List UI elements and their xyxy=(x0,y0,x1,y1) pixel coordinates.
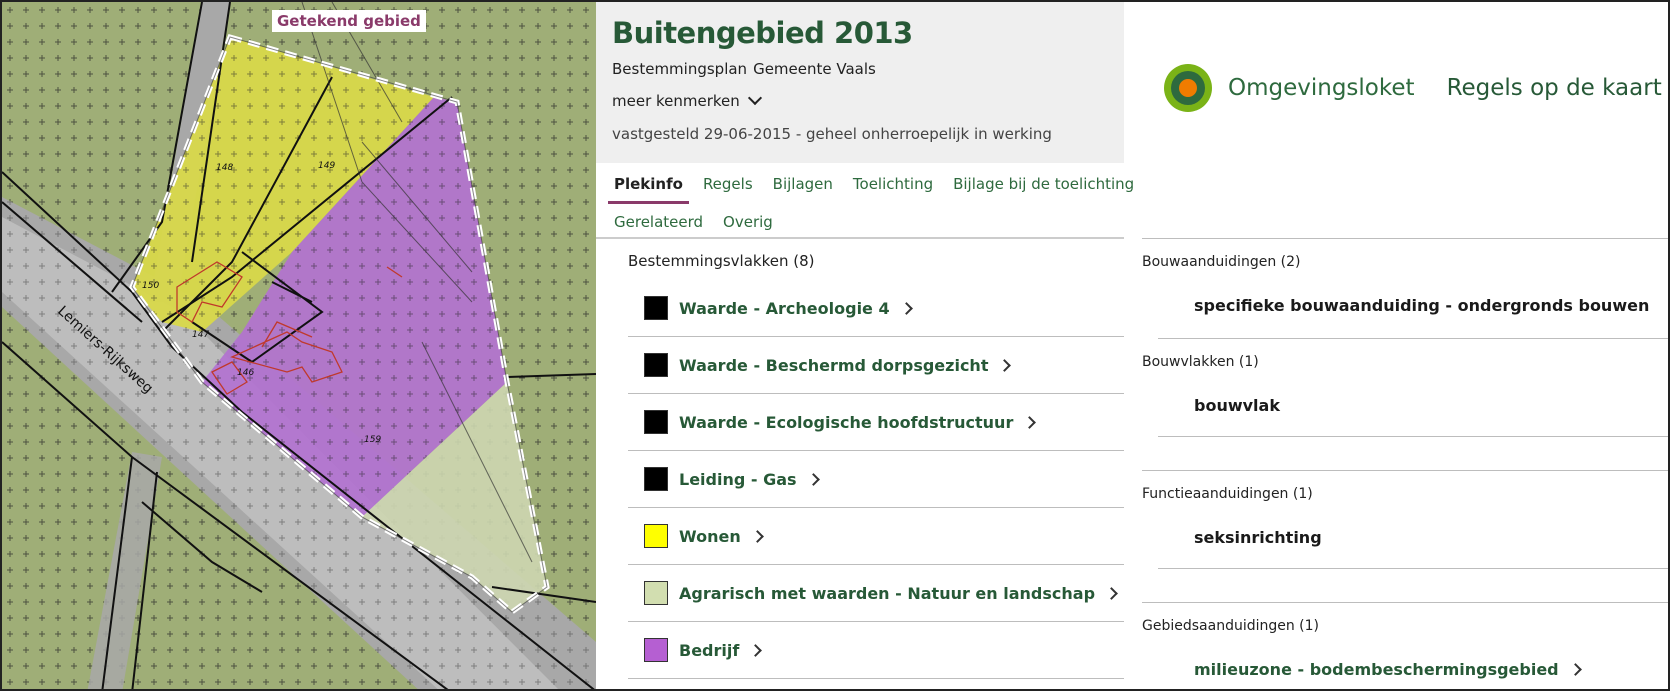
tab-bijlage-bij-de-toelichting[interactable]: Bijlage bij de toelichting xyxy=(951,175,1136,193)
functieaanduidingen-section: Functieaanduidingen (1) seksinrichting xyxy=(1142,486,1668,547)
list-item-label: Waarde - Ecologische hoofdstructuur xyxy=(679,412,1014,432)
tabs-divider xyxy=(596,237,1124,239)
tab-overig[interactable]: Overig xyxy=(721,213,775,231)
plan-tabs: Plekinfo Regels Bijlagen Toelichting Bij… xyxy=(608,165,1134,241)
bouwaanduidingen-section: Bouwaanduidingen (2) specifieke bouwaand… xyxy=(1142,254,1668,315)
plan-municipality: Gemeente Vaals xyxy=(753,60,876,78)
color-swatch xyxy=(644,296,668,320)
color-swatch xyxy=(644,638,668,662)
divider xyxy=(1142,238,1668,239)
parcel-number: 159 xyxy=(364,435,381,445)
divider xyxy=(1158,568,1668,569)
color-swatch xyxy=(644,581,668,605)
list-item-label: Agrarisch met waarden - Natuur en landsc… xyxy=(679,583,1096,603)
gebiedsaanduiding-link[interactable]: milieuzone - bodembeschermingsgebied xyxy=(1194,660,1668,679)
gebiedsaanduidingen-section: Gebiedsaanduidingen (1) milieuzone - bod… xyxy=(1142,618,1668,679)
divider xyxy=(1158,436,1668,437)
divider xyxy=(1158,338,1668,339)
list-item[interactable]: Waarde - Beschermd dorpsgezicht xyxy=(628,337,1124,394)
bouwaanduiding-item: specifieke bouwaanduiding - ondergronds … xyxy=(1194,296,1650,315)
map-view[interactable]: 148 149 150 147 146 159 Lemiers-Rijksweg… xyxy=(2,2,596,691)
color-swatch xyxy=(644,410,668,434)
brand[interactable]: Omgevingsloket Regels op de kaart xyxy=(1164,64,1662,112)
chevron-right-icon xyxy=(750,529,764,543)
list-item-label: Waarde - Beschermd dorpsgezicht xyxy=(679,355,989,375)
list-item[interactable]: Leiding - Gas xyxy=(628,451,1124,508)
section-title: Bouwvlakken (1) xyxy=(1142,354,1259,370)
brand-tagline: Regels op de kaart xyxy=(1446,75,1662,101)
list-item-label: Bedrijf xyxy=(679,640,740,660)
tab-plekinfo[interactable]: Plekinfo xyxy=(608,175,689,204)
list-item[interactable]: Waarde - Ecologische hoofdstructuur xyxy=(628,394,1124,451)
chevron-right-icon xyxy=(749,643,763,657)
plan-status: vastgesteld 29-06-2015 - geheel onherroe… xyxy=(612,125,1052,143)
divider xyxy=(1142,602,1668,603)
chevron-right-icon xyxy=(998,358,1012,372)
divider xyxy=(1142,470,1668,471)
chevron-right-icon xyxy=(1105,586,1118,600)
plan-type: Bestemmingsplan xyxy=(612,60,748,78)
chevron-right-icon xyxy=(1568,663,1582,676)
list-item[interactable]: Waarde - Archeologie 4 xyxy=(628,280,1124,337)
more-properties-label: meer kenmerken xyxy=(612,92,740,110)
map-canvas[interactable]: 148 149 150 147 146 159 Lemiers-Rijksweg xyxy=(2,2,596,691)
chevron-right-icon xyxy=(806,472,820,486)
section-title: Functieaanduidingen (1) xyxy=(1142,486,1313,502)
drawn-area-label: Getekend gebied xyxy=(272,10,426,32)
color-swatch xyxy=(644,353,668,377)
plan-title: Buitengebied 2013 xyxy=(612,16,913,50)
plan-subtitle: Bestemmingsplan Gemeente Vaals xyxy=(612,60,1108,78)
parcel-number: 149 xyxy=(318,161,335,171)
plan-header: Buitengebied 2013 Bestemmingsplan Gemeent… xyxy=(596,2,1124,163)
tab-gerelateerd[interactable]: Gerelateerd xyxy=(612,213,705,231)
destination-list: Waarde - Archeologie 4 Waarde - Bescherm… xyxy=(628,280,1124,679)
bouwvlakken-section: Bouwvlakken (1) bouwvlak xyxy=(1142,354,1668,415)
gebiedsaanduiding-label: milieuzone - bodembeschermingsgebied xyxy=(1194,660,1559,679)
list-item[interactable]: Bedrijf xyxy=(628,622,1124,679)
color-swatch xyxy=(644,467,668,491)
functieaanduiding-item: seksinrichting xyxy=(1194,528,1322,547)
list-item[interactable]: Agrarisch met waarden - Natuur en landsc… xyxy=(628,565,1124,622)
brand-name: Omgevingsloket xyxy=(1228,75,1415,101)
list-item[interactable]: Wonen xyxy=(628,508,1124,565)
parcel-number: 146 xyxy=(237,368,254,378)
omgevingsloket-logo-icon xyxy=(1164,64,1212,112)
plan-panel: Buitengebied 2013 Bestemmingsplan Gemeent… xyxy=(596,2,1134,689)
parcel-number: 147 xyxy=(192,330,209,340)
more-properties-toggle[interactable]: meer kenmerken xyxy=(612,90,1108,110)
parcel-number: 150 xyxy=(142,281,159,291)
section-title: Gebiedsaanduidingen (1) xyxy=(1142,618,1320,634)
chevron-down-icon xyxy=(747,90,762,106)
tab-bijlagen[interactable]: Bijlagen xyxy=(771,175,835,193)
tab-regels[interactable]: Regels xyxy=(701,175,755,193)
chevron-right-icon xyxy=(1023,415,1037,429)
section-title: Bouwaanduidingen (2) xyxy=(1142,254,1301,270)
detail-panel: Omgevingsloket Regels op de kaart Bouwaa… xyxy=(1124,2,1668,689)
screen-frame: 148 149 150 147 146 159 Lemiers-Rijksweg… xyxy=(0,0,1670,691)
color-swatch xyxy=(644,524,668,548)
list-item-label: Waarde - Archeologie 4 xyxy=(679,298,890,318)
parcel-number: 148 xyxy=(216,163,233,173)
chevron-right-icon xyxy=(899,301,913,315)
list-item-label: Leiding - Gas xyxy=(679,469,797,489)
tab-toelichting[interactable]: Toelichting xyxy=(851,175,935,193)
section-title: Bestemmingsvlakken (8) xyxy=(628,252,815,270)
list-item-label: Wonen xyxy=(679,526,741,546)
bouwvlak-item: bouwvlak xyxy=(1194,396,1280,415)
